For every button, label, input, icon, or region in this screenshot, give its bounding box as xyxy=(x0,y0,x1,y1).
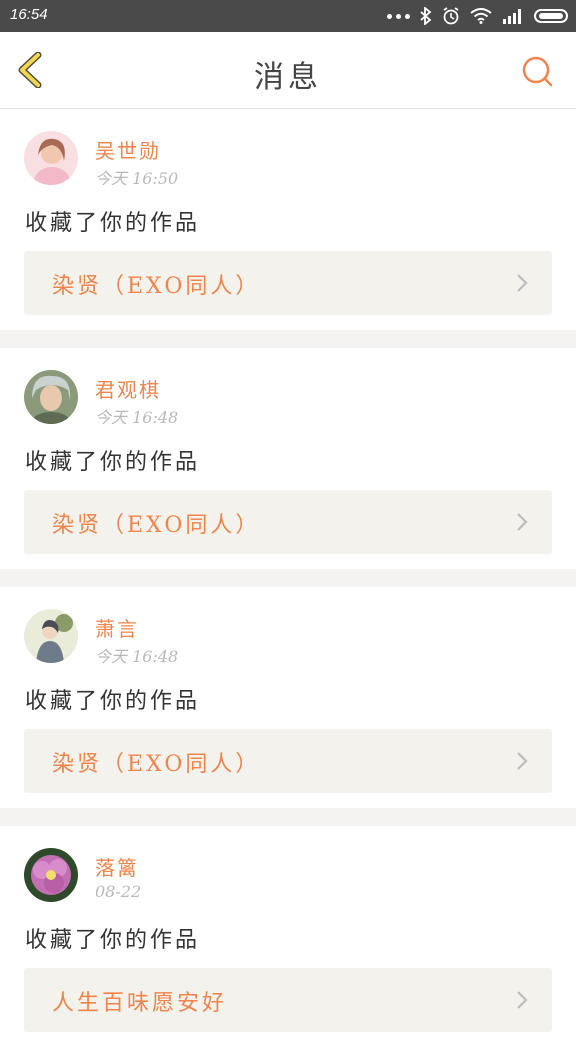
message-card: 吴世勋 今天 16:50 收藏了你的作品 染贤（EXO同人） xyxy=(0,109,576,330)
message-time: 今天 16:48 xyxy=(95,408,179,427)
user-avatar[interactable] xyxy=(24,848,78,902)
message-time: 今天 16:50 xyxy=(95,169,179,188)
work-title: 染贤（EXO同人） xyxy=(52,274,261,299)
message-time: 今天 16:48 xyxy=(95,647,179,666)
user-name[interactable]: 落篱 xyxy=(95,852,139,881)
message-time: 08-22 xyxy=(95,882,142,901)
page-title: 消息 xyxy=(254,60,322,95)
message-action-text: 收藏了你的作品 xyxy=(25,450,201,475)
more-dots-icon xyxy=(387,13,410,19)
status-time: 16:54 xyxy=(10,6,48,23)
status-bar: 16:54 xyxy=(0,0,576,32)
work-title: 人生百味愿安好 xyxy=(52,991,228,1016)
bluetooth-icon xyxy=(420,7,432,25)
message-card: 落篱 08-22 收藏了你的作品 人生百味愿安好 xyxy=(0,826,576,1047)
message-action-text: 收藏了你的作品 xyxy=(25,689,201,714)
work-link[interactable]: 染贤（EXO同人） xyxy=(24,490,552,554)
user-avatar[interactable] xyxy=(24,370,78,424)
work-link[interactable]: 人生百味愿安好 xyxy=(24,968,552,1032)
card-separator xyxy=(0,569,576,587)
chevron-right-icon xyxy=(517,991,528,1009)
alarm-icon xyxy=(443,7,459,25)
signal-icon xyxy=(503,9,521,24)
top-nav-bar: 消息 xyxy=(0,32,576,109)
battery-icon xyxy=(534,9,568,23)
wifi-icon xyxy=(470,8,492,24)
chevron-right-icon xyxy=(517,513,528,531)
chevron-right-icon xyxy=(517,274,528,292)
message-card: 萧言 今天 16:48 收藏了你的作品 染贤（EXO同人） xyxy=(0,587,576,808)
card-separator xyxy=(0,330,576,348)
search-button[interactable] xyxy=(520,54,554,88)
work-link[interactable]: 染贤（EXO同人） xyxy=(24,729,552,793)
work-title: 染贤（EXO同人） xyxy=(52,752,261,777)
message-action-text: 收藏了你的作品 xyxy=(25,928,201,953)
user-name[interactable]: 吴世勋 xyxy=(95,135,161,164)
user-avatar[interactable] xyxy=(24,609,78,663)
status-icons xyxy=(387,6,568,26)
work-title: 染贤（EXO同人） xyxy=(52,513,261,538)
card-separator xyxy=(0,808,576,826)
message-action-text: 收藏了你的作品 xyxy=(25,211,201,236)
message-list: 吴世勋 今天 16:50 收藏了你的作品 染贤（EXO同人） 君观棋 今天 16… xyxy=(0,109,576,1047)
user-name[interactable]: 君观棋 xyxy=(95,374,161,403)
user-avatar[interactable] xyxy=(24,131,78,185)
message-card: 君观棋 今天 16:48 收藏了你的作品 染贤（EXO同人） xyxy=(0,348,576,569)
work-link[interactable]: 染贤（EXO同人） xyxy=(24,251,552,315)
chevron-right-icon xyxy=(517,752,528,770)
user-name[interactable]: 萧言 xyxy=(95,613,139,642)
